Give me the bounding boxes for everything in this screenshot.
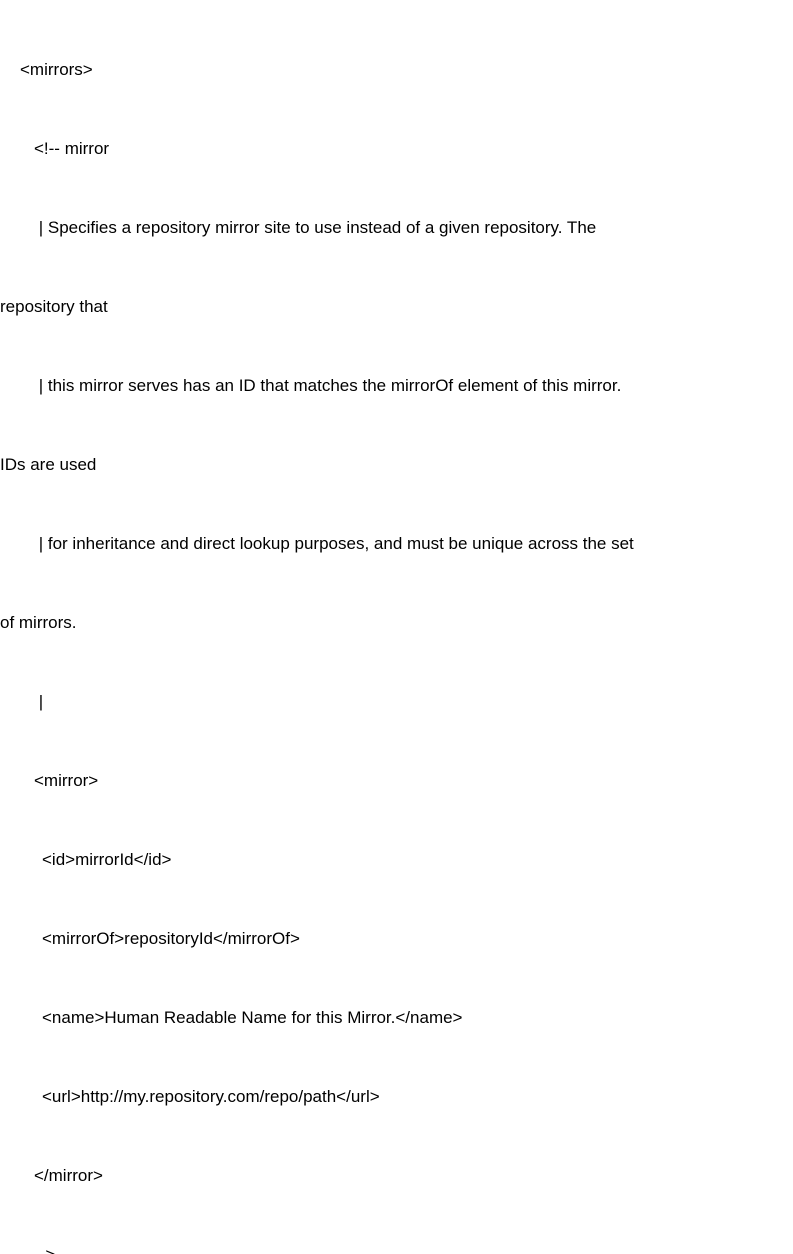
xml-code-block: <mirrors> <!-- mirror | Specifies a repo… bbox=[0, 0, 793, 1254]
code-line: of mirrors. bbox=[0, 610, 793, 636]
code-line: | Specifies a repository mirror site to … bbox=[0, 215, 793, 241]
code-line: <name>Human Readable Name for this Mirro… bbox=[0, 1005, 793, 1031]
code-line: <!-- mirror bbox=[0, 136, 793, 162]
code-line: | for inheritance and direct lookup purp… bbox=[0, 531, 793, 557]
code-line: repository that bbox=[0, 294, 793, 320]
code-line: | bbox=[0, 689, 793, 715]
code-line: </mirror> bbox=[0, 1163, 793, 1189]
code-line: <id>mirrorId</id> bbox=[0, 847, 793, 873]
code-line: --> bbox=[0, 1242, 793, 1254]
code-line: <mirror> bbox=[0, 768, 793, 794]
code-line: | this mirror serves has an ID that matc… bbox=[0, 373, 793, 399]
code-line: <url>http://my.repository.com/repo/path<… bbox=[0, 1084, 793, 1110]
code-line: <mirrors> bbox=[0, 57, 793, 83]
code-line: IDs are used bbox=[0, 452, 793, 478]
code-line: <mirrorOf>repositoryId</mirrorOf> bbox=[0, 926, 793, 952]
